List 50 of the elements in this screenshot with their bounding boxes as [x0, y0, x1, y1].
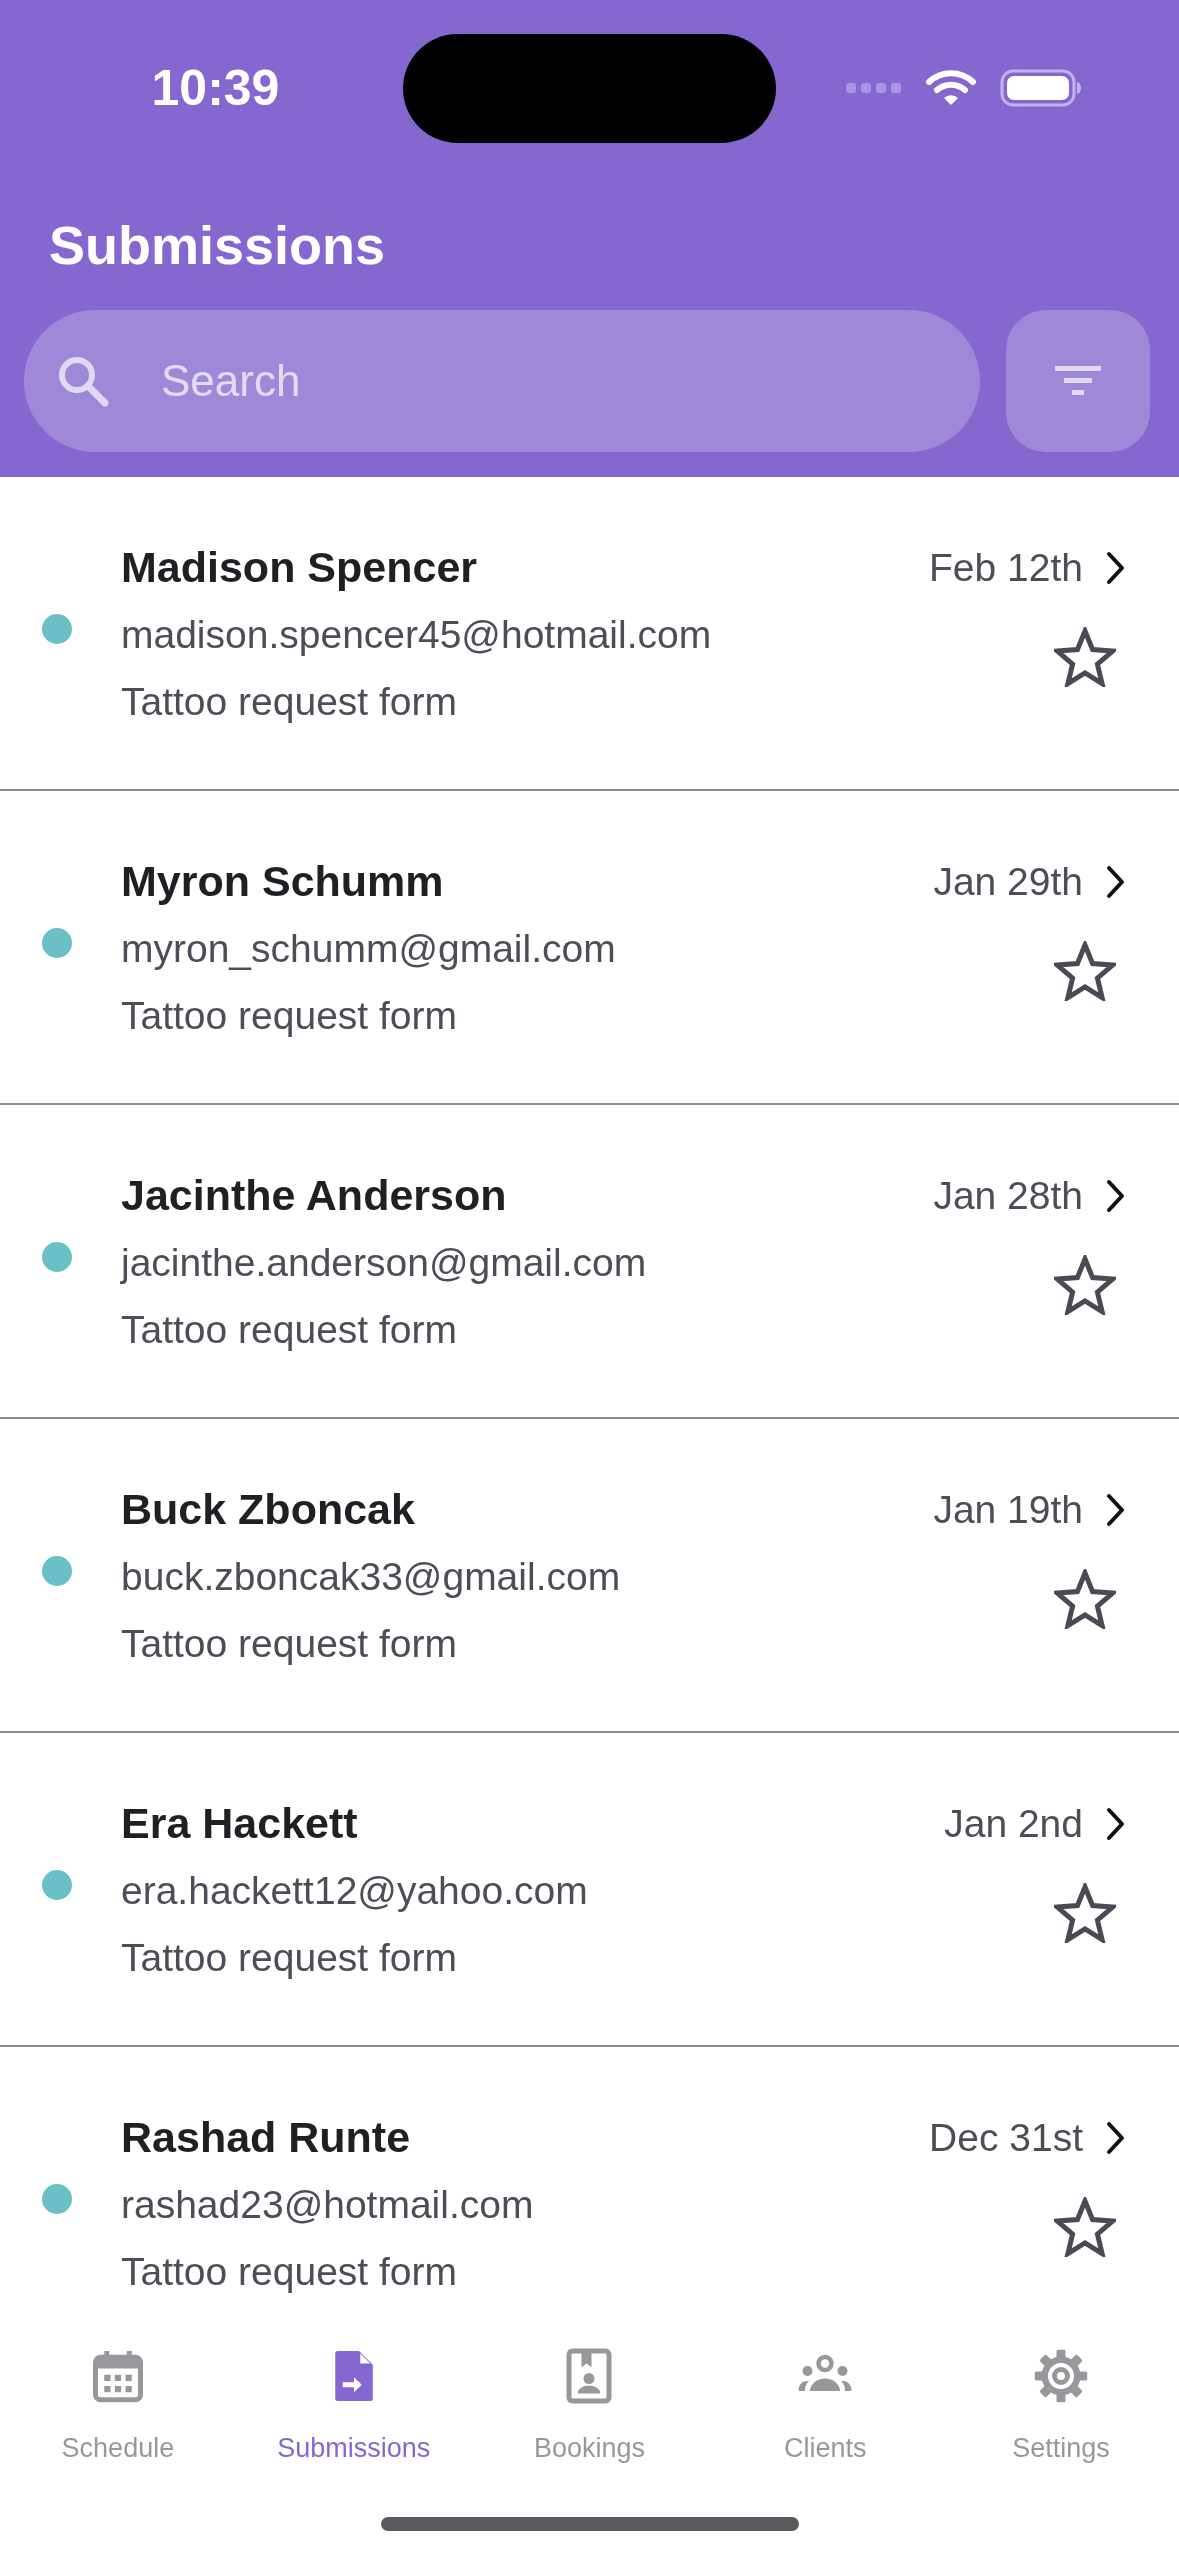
client-email: rashad23@hotmail.com: [121, 2182, 534, 2228]
client-email: buck.zboncak33@gmail.com: [121, 1554, 621, 1600]
client-name: Rashad Runte: [121, 2112, 411, 2163]
tab-item[interactable]: Clients: [707, 2346, 944, 2480]
chevron-right-icon[interactable]: [1105, 549, 1127, 586]
tab-item[interactable]: Settings: [943, 2346, 1179, 2480]
page-title: Submissions: [49, 214, 386, 277]
star-icon[interactable]: [1054, 627, 1116, 687]
submission-date: Jan 28th: [933, 1172, 1083, 1219]
chevron-right-icon[interactable]: [1105, 1805, 1127, 1842]
client-email: madison.spencer45@hotmail.com: [121, 612, 712, 658]
tab-item[interactable]: Schedule: [0, 2346, 236, 2480]
submission-date: Feb 12th: [929, 544, 1083, 591]
search-field[interactable]: Search: [24, 310, 980, 452]
filter-button[interactable]: [1006, 310, 1150, 452]
client-name: Myron Schumm: [121, 856, 444, 907]
chevron-right-icon[interactable]: [1105, 1491, 1127, 1528]
form-name: Tattoo request form: [121, 993, 457, 1039]
star-icon[interactable]: [1054, 1255, 1116, 1315]
client-email: myron_schumm@gmail.com: [121, 926, 616, 972]
form-name: Tattoo request form: [121, 679, 457, 725]
client-email: jacinthe.anderson@gmail.com: [121, 1240, 647, 1286]
client-name: Madison Spencer: [121, 542, 478, 593]
form-name: Tattoo request form: [121, 1307, 457, 1353]
search-icon: [57, 355, 109, 407]
chevron-right-icon[interactable]: [1105, 863, 1127, 900]
status-time: 10:39: [151, 59, 280, 118]
form-name: Tattoo request form: [121, 2249, 457, 2295]
wifi-icon: [926, 69, 976, 107]
client-name: Buck Zboncak: [121, 1484, 415, 1535]
star-icon[interactable]: [1054, 941, 1116, 1001]
client-name: Jacinthe Anderson: [121, 1170, 507, 1221]
submission-date: Dec 31st: [929, 2114, 1083, 2161]
form-name: Tattoo request form: [121, 1935, 457, 1981]
battery-icon: [1000, 69, 1082, 107]
signal-icon: [846, 81, 902, 95]
submission-date: Jan 2nd: [944, 1800, 1083, 1847]
client-email: era.hackett12@yahoo.com: [121, 1868, 588, 1914]
submission-date: Jan 19th: [933, 1486, 1083, 1533]
star-icon[interactable]: [1054, 1569, 1116, 1629]
submission-date: Jan 29th: [933, 858, 1083, 905]
tab-item[interactable]: Bookings: [471, 2346, 708, 2480]
star-icon[interactable]: [1054, 2197, 1116, 2257]
chevron-right-icon[interactable]: [1105, 2119, 1127, 2156]
filter-icon: [1055, 366, 1101, 396]
chevron-right-icon[interactable]: [1105, 1177, 1127, 1214]
form-name: Tattoo request form: [121, 1621, 457, 1667]
client-name: Era Hackett: [121, 1798, 358, 1849]
star-icon[interactable]: [1054, 1883, 1116, 1943]
tab-item[interactable]: Submissions: [235, 2346, 472, 2480]
